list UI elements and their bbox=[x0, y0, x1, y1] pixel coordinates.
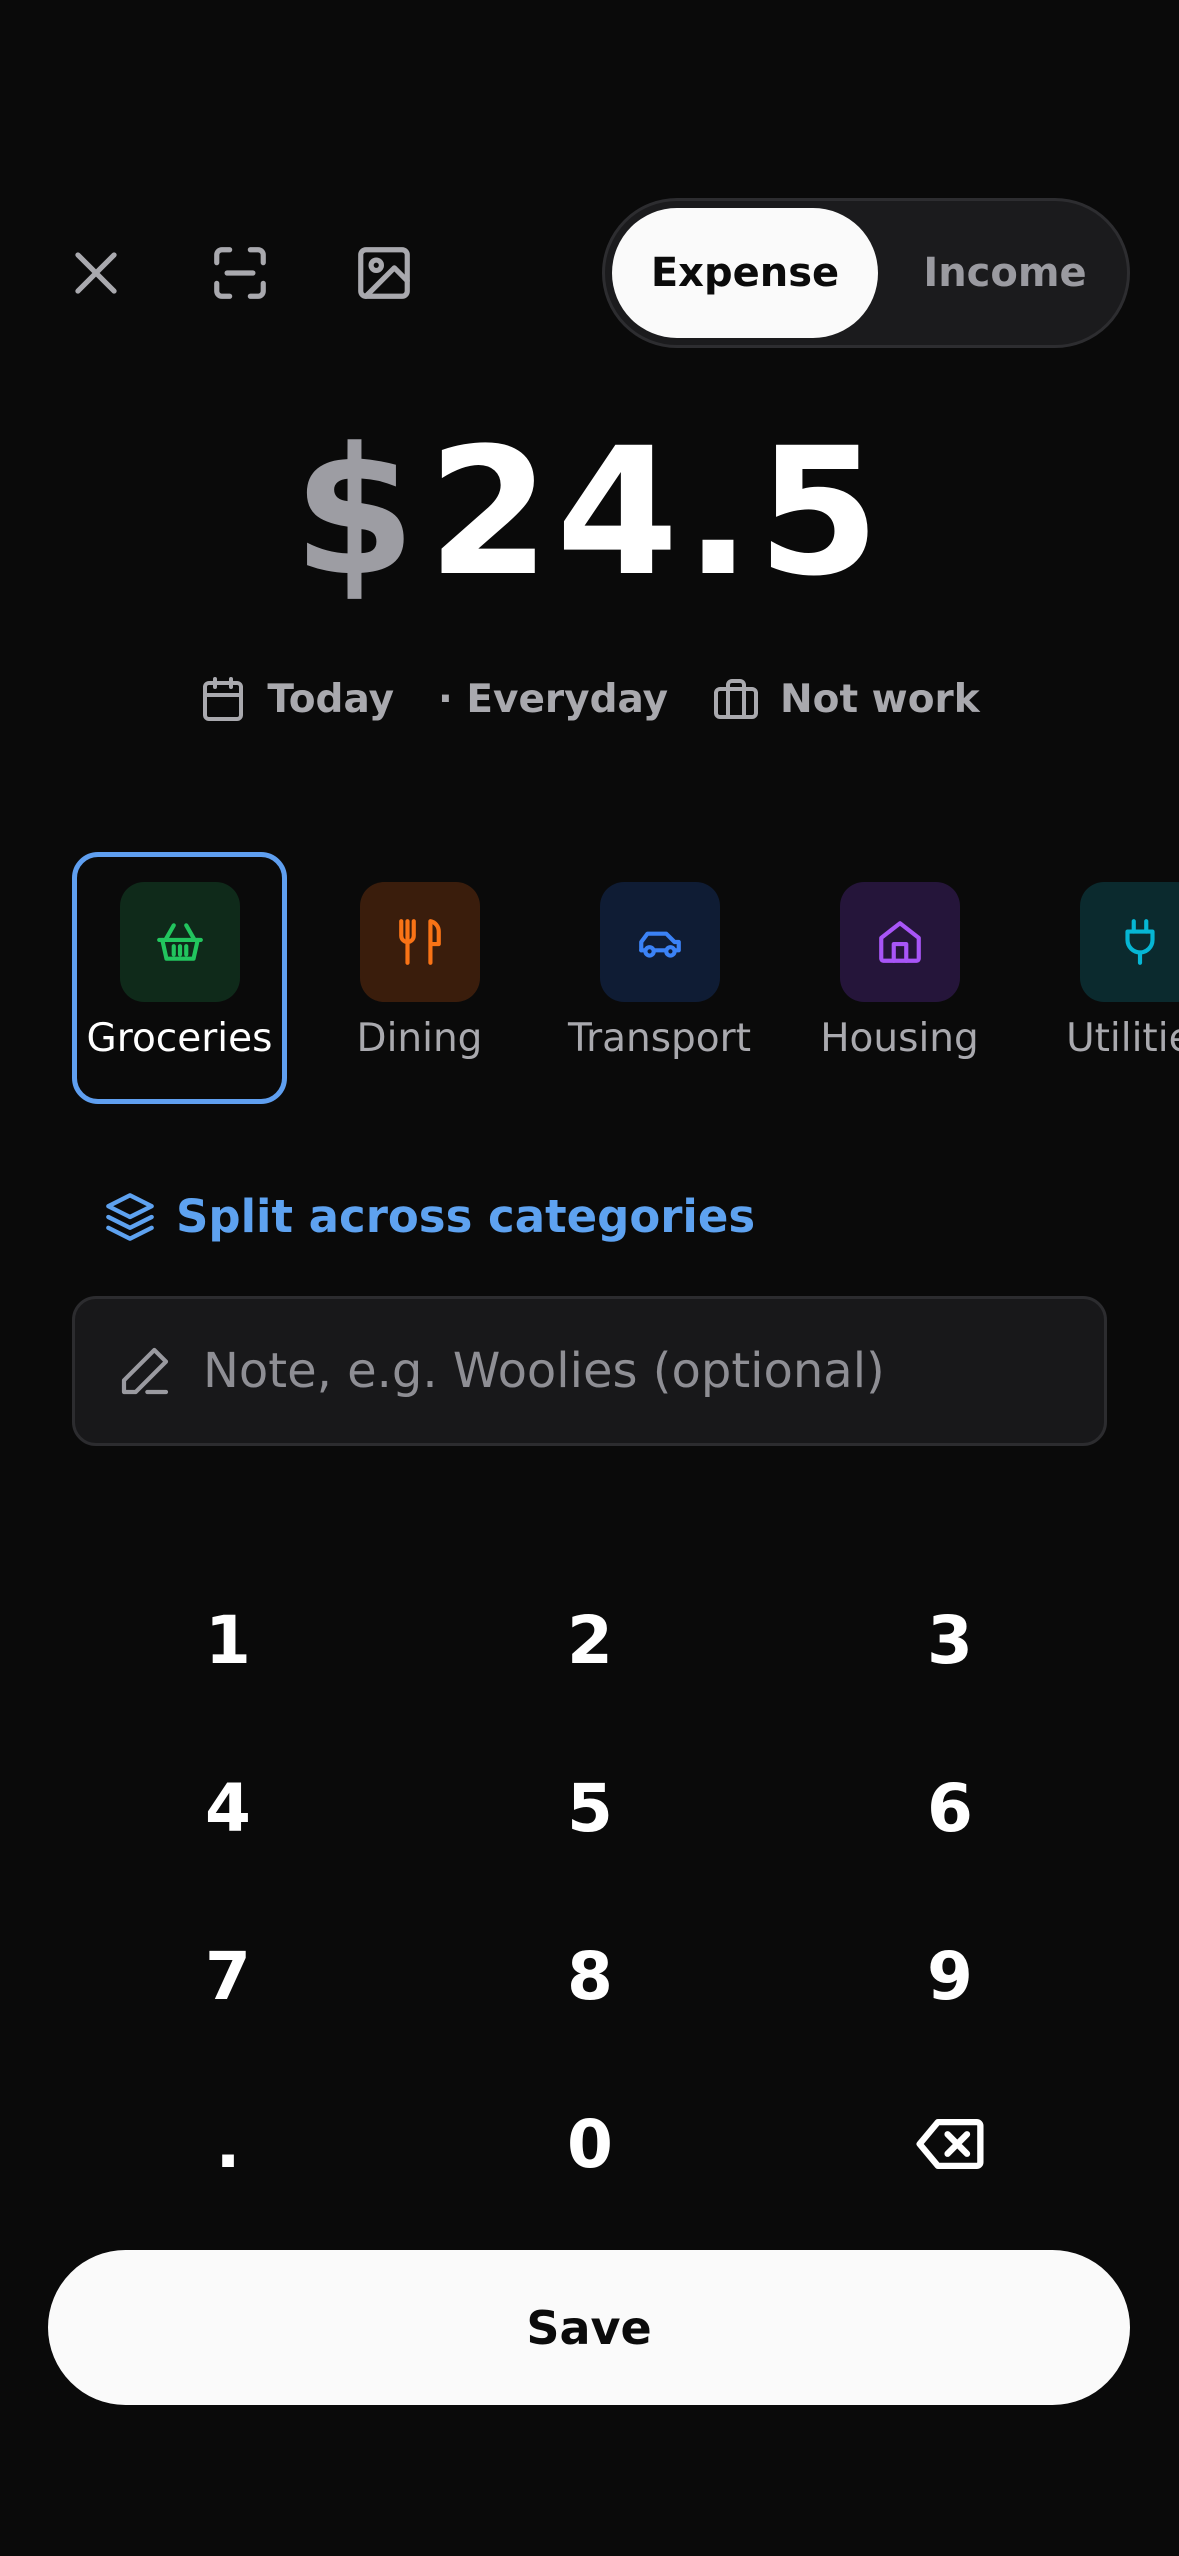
tab-income[interactable]: Income bbox=[895, 208, 1115, 338]
close-icon bbox=[75, 252, 117, 294]
category-tile bbox=[119, 882, 240, 1002]
scan-receipt-button[interactable] bbox=[200, 233, 280, 313]
category-groceries[interactable]: Groceries bbox=[72, 852, 287, 1104]
category-tile bbox=[1079, 882, 1179, 1002]
layers-icon bbox=[106, 1192, 154, 1241]
keypad-key-decimal[interactable]: . bbox=[78, 2069, 378, 2219]
category-label: Utilities bbox=[1066, 1016, 1179, 1061]
date-selector[interactable]: Today bbox=[199, 675, 394, 723]
keypad-key-2[interactable]: 2 bbox=[440, 1565, 740, 1715]
briefcase-icon bbox=[714, 679, 759, 719]
keypad-key-9[interactable]: 9 bbox=[800, 1901, 1100, 2051]
transaction-meta-row: Today · Everyday Not work bbox=[0, 675, 1179, 723]
work-label: Not work bbox=[780, 676, 980, 722]
save-button[interactable]: Save bbox=[48, 2250, 1130, 2405]
amount-display: $ 24.5 bbox=[0, 410, 1179, 615]
currency-symbol: $ bbox=[293, 410, 422, 615]
amount-value: 24.5 bbox=[427, 410, 886, 615]
keypad-key-1[interactable]: 1 bbox=[78, 1565, 378, 1715]
keypad-key-4[interactable]: 4 bbox=[78, 1733, 378, 1883]
keypad-key-3[interactable]: 3 bbox=[800, 1565, 1100, 1715]
keypad-key-5[interactable]: 5 bbox=[440, 1733, 740, 1883]
split-label: Split across categories bbox=[176, 1190, 756, 1243]
note-field bbox=[72, 1296, 1107, 1446]
close-button[interactable] bbox=[56, 233, 136, 313]
spending-tag-selector[interactable]: · Everyday bbox=[438, 677, 668, 722]
category-dining[interactable]: Dining bbox=[312, 852, 527, 1104]
keypad-key-6[interactable]: 6 bbox=[800, 1733, 1100, 1883]
category-label: Dining bbox=[356, 1016, 483, 1061]
add-transaction-screen: Expense Income $ 24.5 Today · Everyday N… bbox=[0, 0, 1179, 2556]
plug-icon bbox=[1124, 919, 1155, 965]
category-transport[interactable]: Transport bbox=[552, 852, 767, 1104]
attach-image-button[interactable] bbox=[344, 233, 424, 313]
category-picker: Groceries Dining Transport Housing Utili… bbox=[72, 852, 1179, 1104]
house-icon bbox=[878, 921, 921, 963]
work-toggle[interactable]: Not work bbox=[712, 675, 980, 723]
keypad-key-0[interactable]: 0 bbox=[440, 2069, 740, 2219]
backspace-icon bbox=[916, 2118, 984, 2170]
category-tile bbox=[839, 882, 960, 1002]
tab-expense[interactable]: Expense bbox=[612, 208, 878, 338]
pencil-icon bbox=[121, 1347, 169, 1395]
note-input[interactable] bbox=[203, 1343, 1104, 1399]
split-categories-button[interactable]: Split across categories bbox=[104, 1190, 755, 1243]
keypad-key-8[interactable]: 8 bbox=[440, 1901, 740, 2051]
category-housing[interactable]: Housing bbox=[792, 852, 1007, 1104]
date-label: Today bbox=[267, 676, 394, 722]
category-label: Groceries bbox=[86, 1016, 273, 1061]
car-icon bbox=[638, 931, 681, 958]
scan-icon bbox=[214, 247, 266, 299]
category-tile bbox=[359, 882, 480, 1002]
category-utilities[interactable]: Utilities bbox=[1032, 852, 1179, 1104]
category-label: Transport bbox=[567, 1016, 751, 1061]
image-icon bbox=[358, 247, 410, 299]
keypad-backspace[interactable] bbox=[800, 2069, 1100, 2219]
calendar-icon bbox=[203, 677, 244, 721]
category-label: Housing bbox=[820, 1016, 979, 1061]
basket-icon bbox=[156, 923, 203, 961]
utensils-icon bbox=[398, 919, 441, 965]
keypad-key-7[interactable]: 7 bbox=[78, 1901, 378, 2051]
spending-tag-label: · Everyday bbox=[438, 676, 669, 722]
transaction-type-toggle: Expense Income bbox=[602, 198, 1130, 348]
category-tile bbox=[599, 882, 720, 1002]
